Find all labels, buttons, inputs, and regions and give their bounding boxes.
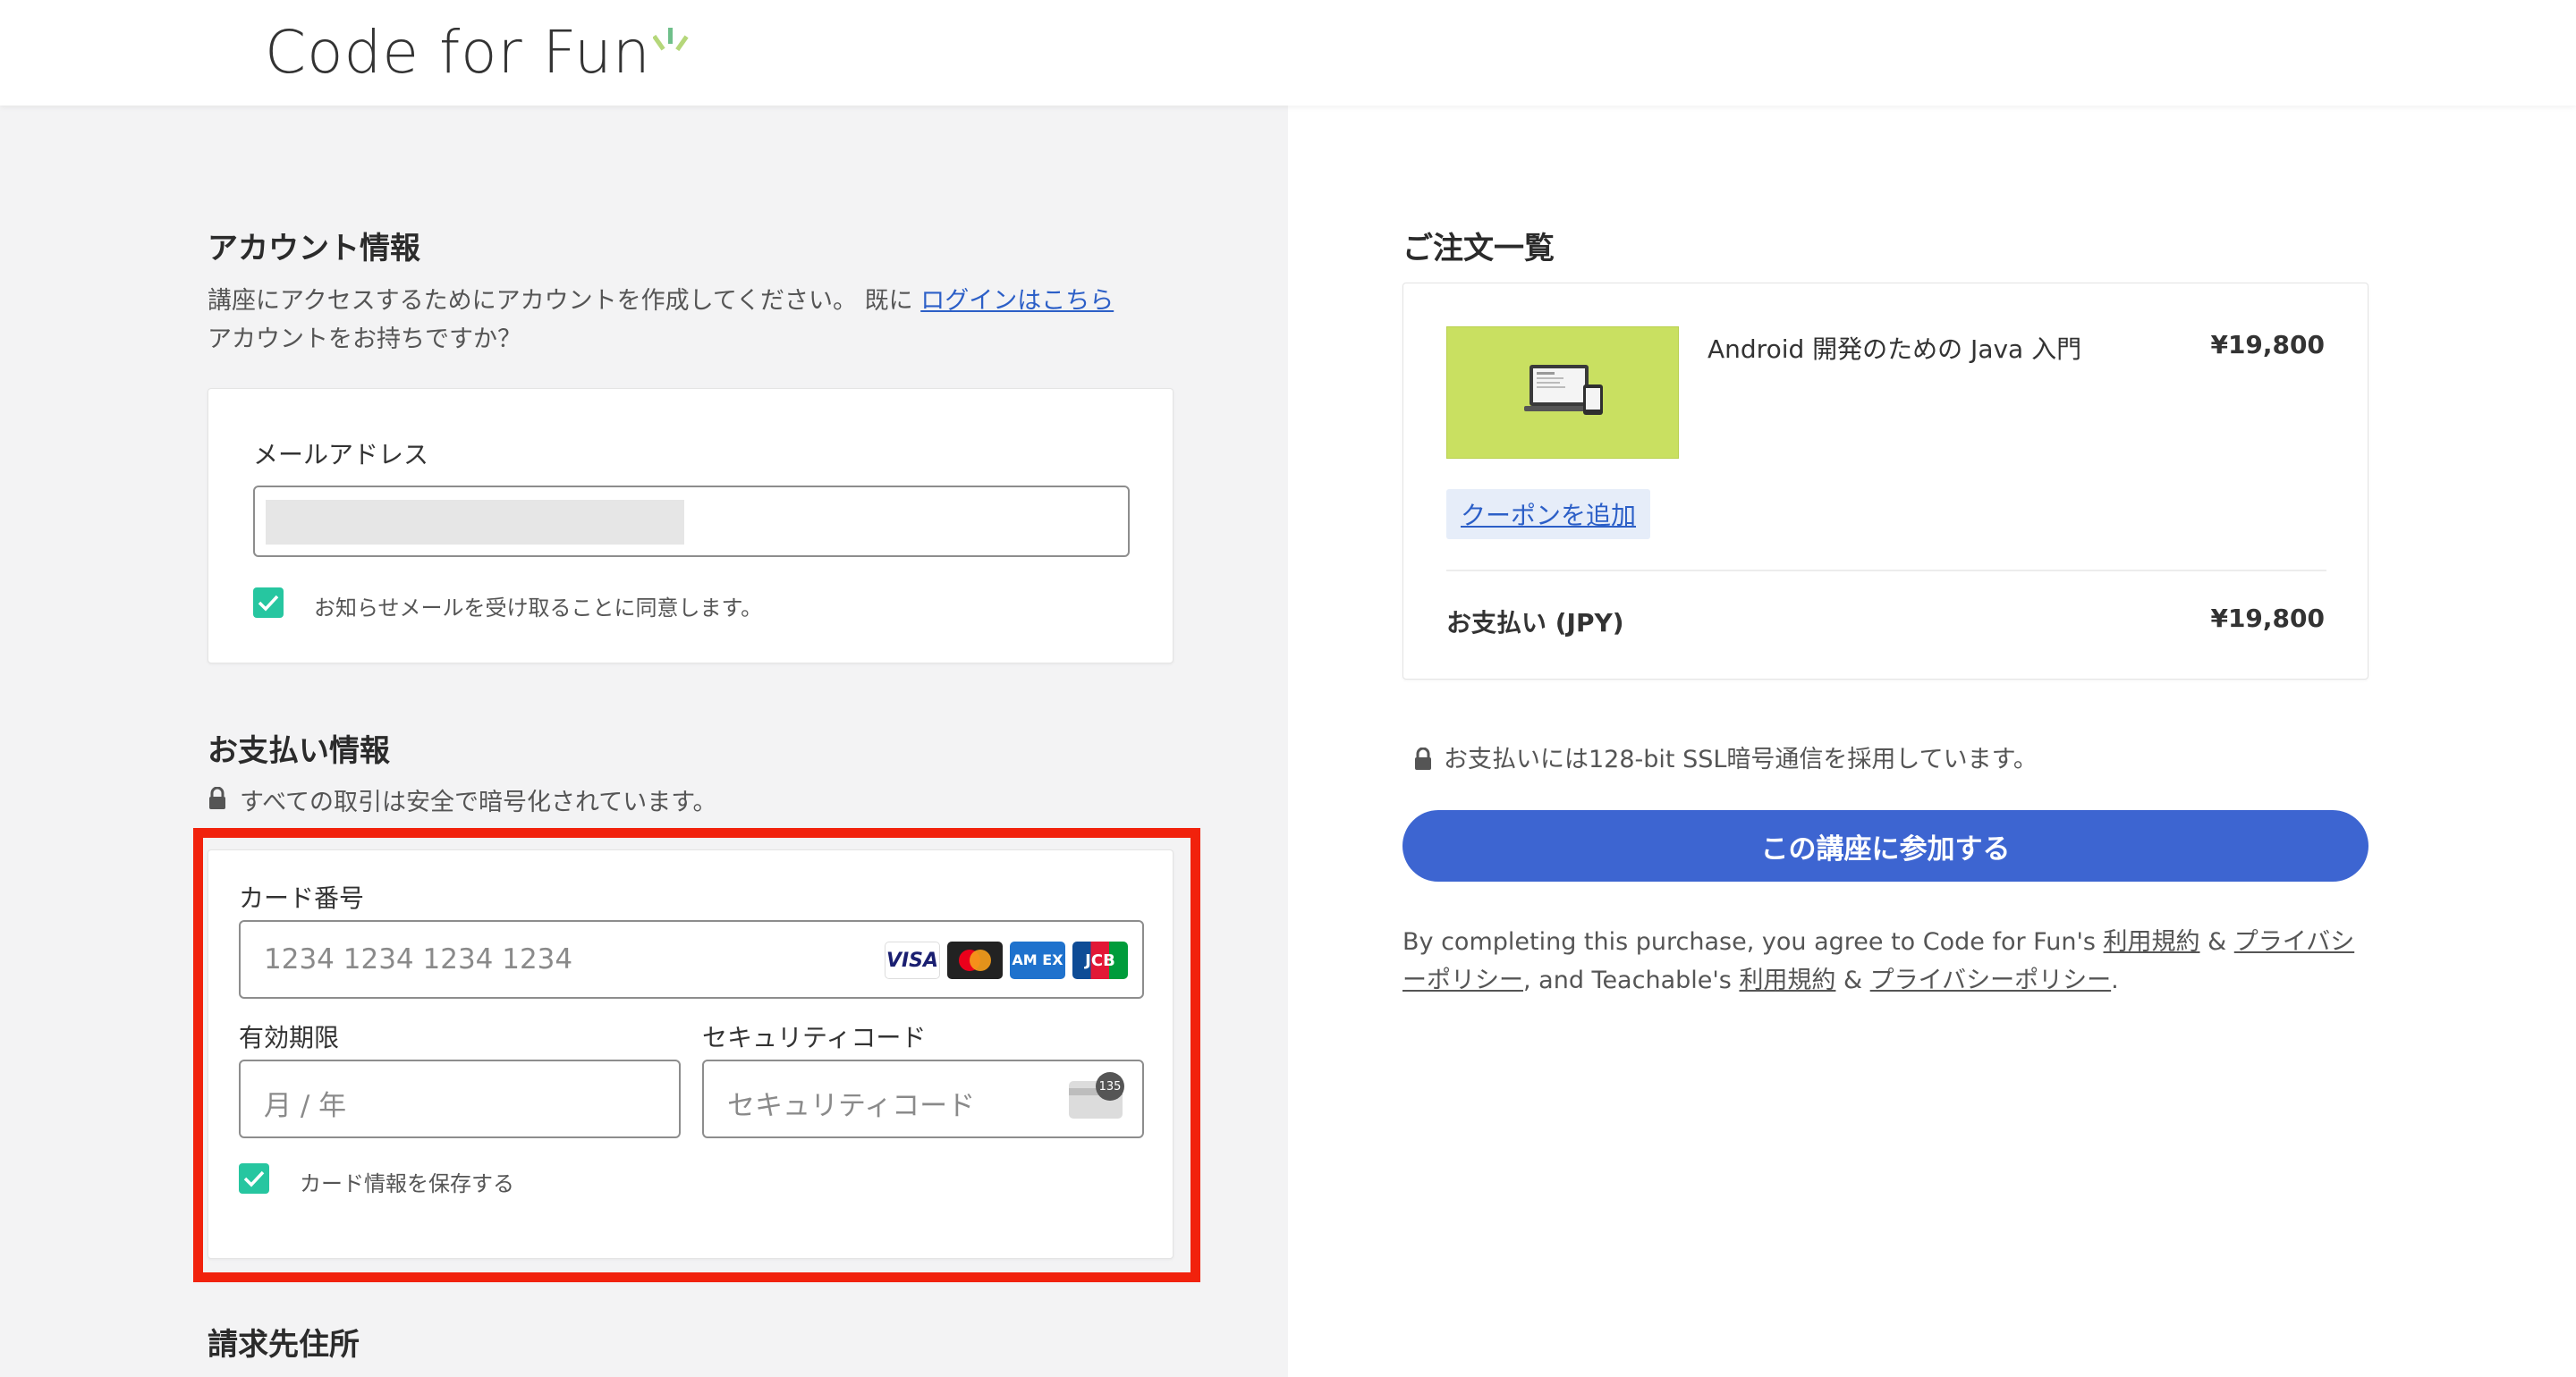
product-price: ¥19,800 (2210, 330, 2325, 359)
legal-notice: By completing this purchase, you agree t… (1402, 928, 2355, 994)
terms-link-teachable[interactable]: 利用規約 (1739, 967, 1835, 994)
payment-section-title: お支払い情報 (208, 733, 390, 769)
ssl-note: お支払いには128-bit SSL暗号通信を採用しています。 (1444, 746, 2038, 773)
site-header: Code for Fun (0, 0, 2576, 106)
laptop-phone-icon (1524, 365, 1603, 415)
add-coupon-button[interactable]: クーポンを追加 (1446, 489, 1651, 539)
terms-link-school[interactable]: 利用規約 (2104, 928, 2200, 956)
highlight-annotation-frame (193, 828, 1200, 1282)
login-link[interactable]: ログインはこちら (920, 287, 1114, 315)
account-card: メールアドレス お知らせメールを受け取ることに同意します。 (208, 388, 1174, 663)
email-input[interactable] (253, 486, 1130, 557)
product-thumbnail (1446, 326, 1679, 459)
check-icon (258, 595, 279, 612)
newsletter-checkbox[interactable] (253, 587, 284, 618)
logo-text: Code for Fun (265, 17, 651, 87)
total-price: ¥19,800 (2210, 604, 2325, 633)
account-description: 講座にアクセスするためにアカウントを作成してください。 既に ログインはこちらア… (208, 287, 1114, 353)
secure-note: すべての取引は安全で暗号化されています。 (240, 789, 717, 816)
logo-sparkle-icon (652, 28, 689, 52)
enroll-button[interactable]: この講座に参加する (1402, 810, 2368, 882)
lock-icon (1415, 748, 1431, 770)
account-section-title: アカウント情報 (208, 231, 420, 266)
newsletter-label: お知らせメールを受け取ることに同意します。 (314, 596, 763, 621)
site-logo[interactable]: Code for Fun (265, 16, 689, 88)
email-label: メールアドレス (253, 440, 429, 469)
privacy-link-teachable[interactable]: プライバシーポリシー (1870, 967, 2111, 994)
billing-section-title: 請求先住所 (208, 1327, 360, 1363)
order-summary-title: ご注文一覧 (1402, 231, 1555, 266)
product-name: Android 開発のための Java 入門 (1707, 334, 2082, 364)
email-value-redacted (266, 500, 684, 545)
lock-icon (209, 787, 225, 809)
order-summary-card: Android 開発のための Java 入門 ¥19,800 クーポンを追加 お… (1402, 283, 2368, 680)
total-label: お支払い (JPY) (1446, 608, 1624, 638)
order-divider (1446, 570, 2326, 571)
